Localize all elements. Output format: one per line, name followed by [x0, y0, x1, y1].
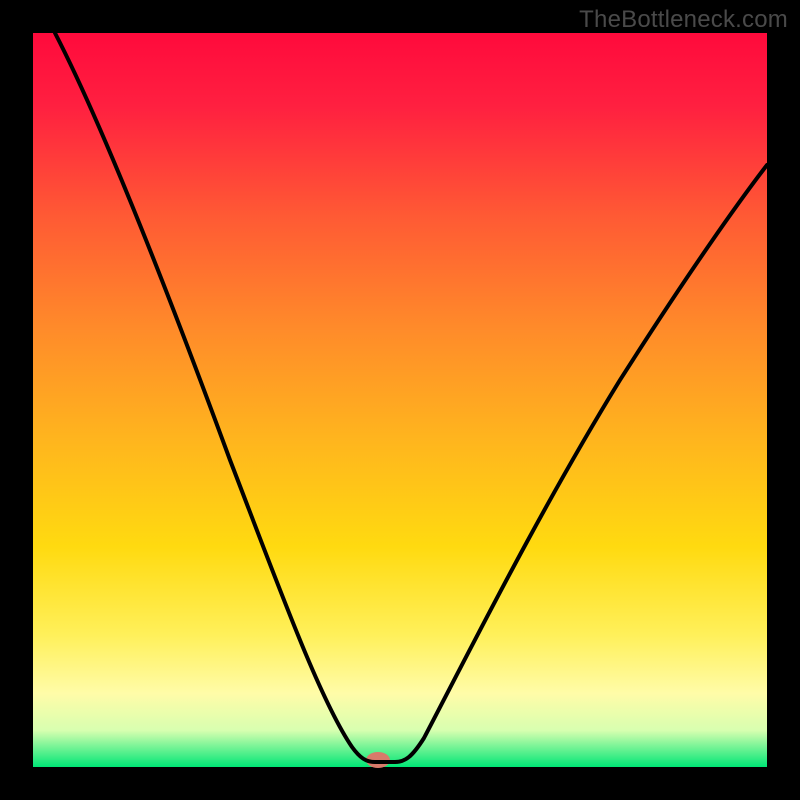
- attribution-text: TheBottleneck.com: [579, 6, 788, 34]
- chart-svg: [0, 0, 800, 800]
- frame-right: [767, 0, 800, 800]
- plot-background: [33, 33, 767, 767]
- frame-bottom: [0, 767, 800, 800]
- bottleneck-chart: TheBottleneck.com: [0, 0, 800, 800]
- frame-left: [0, 0, 33, 800]
